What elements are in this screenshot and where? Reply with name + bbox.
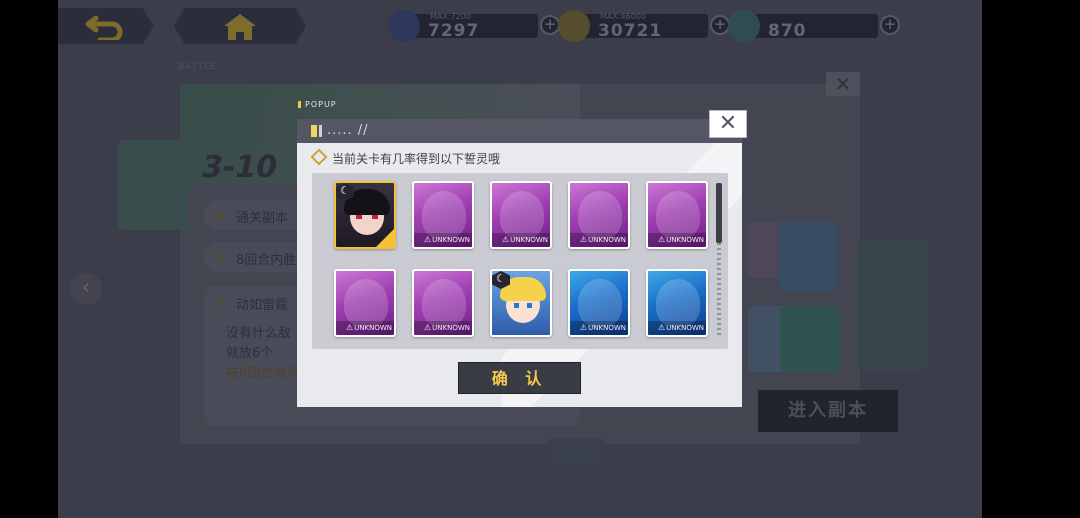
unknown-spirit-card[interactable]: ⚠UNKNOWN — [412, 181, 474, 249]
unknown-text: UNKNOWN — [432, 236, 470, 244]
unknown-spirit-card[interactable]: ⚠UNKNOWN — [334, 269, 396, 337]
unknown-label: ⚠UNKNOWN — [336, 321, 394, 335]
confirm-button[interactable]: 确 认 — [458, 362, 581, 394]
popup-header: ..... // — [297, 119, 742, 143]
popup-prompt: 当前关卡有几率得到以下誓灵哦 — [310, 148, 501, 167]
silhouette — [422, 191, 466, 239]
rarity-corner — [376, 229, 394, 247]
silhouette — [500, 191, 544, 239]
silhouette — [344, 279, 388, 327]
unknown-label: ⚠UNKNOWN — [570, 321, 628, 335]
unknown-text: UNKNOWN — [510, 236, 548, 244]
silhouette — [656, 279, 700, 327]
silhouette — [422, 279, 466, 327]
warning-icon: ⚠ — [579, 235, 588, 244]
diamond-icon — [310, 148, 328, 166]
unknown-label: ⚠UNKNOWN — [648, 321, 706, 335]
unknown-text: UNKNOWN — [588, 324, 626, 332]
portrait-eyes — [356, 215, 378, 219]
warning-icon: ⚠ — [345, 323, 354, 332]
unknown-spirit-card[interactable]: ⚠UNKNOWN — [412, 269, 474, 337]
scrollbar-thumb[interactable] — [716, 183, 722, 243]
header-marker-icon — [319, 125, 322, 137]
prompt-text: 当前关卡有几率得到以下誓灵哦 — [332, 152, 501, 166]
silhouette — [578, 279, 622, 327]
header-marker-icon — [311, 125, 317, 137]
unknown-spirit-card[interactable]: ⚠UNKNOWN — [646, 269, 708, 337]
header-text: ..... // — [327, 123, 369, 138]
warning-icon: ⚠ — [657, 323, 666, 332]
portrait-eyes — [514, 303, 532, 308]
unknown-text: UNKNOWN — [666, 236, 704, 244]
unknown-spirit-card[interactable]: ⚠UNKNOWN — [646, 181, 708, 249]
warning-icon: ⚠ — [423, 235, 432, 244]
unknown-spirit-card[interactable]: ⚠UNKNOWN — [568, 269, 630, 337]
unknown-label: ⚠UNKNOWN — [570, 233, 628, 247]
unknown-text: UNKNOWN — [588, 236, 626, 244]
reward-card-grid[interactable]: ⚠UNKNOWN⚠UNKNOWN⚠UNKNOWN⚠UNKNOWN⚠UNKNOWN… — [312, 173, 728, 349]
warning-icon: ⚠ — [657, 235, 666, 244]
unknown-text: UNKNOWN — [432, 324, 470, 332]
unknown-spirit-card[interactable]: ⚠UNKNOWN — [568, 181, 630, 249]
silhouette — [656, 191, 700, 239]
popup-close-button[interactable]: ✕ — [709, 110, 747, 138]
unknown-spirit-card[interactable]: ⚠UNKNOWN — [490, 181, 552, 249]
popup-tag: POPUP — [298, 100, 337, 109]
unknown-text: UNKNOWN — [354, 324, 392, 332]
warning-icon: ⚠ — [501, 235, 510, 244]
unknown-label: ⚠UNKNOWN — [414, 233, 472, 247]
spirit-card[interactable] — [490, 269, 552, 337]
spirit-card[interactable] — [334, 181, 396, 249]
unknown-label: ⚠UNKNOWN — [648, 233, 706, 247]
drop-preview-popup: ..... // 当前关卡有几率得到以下誓灵哦 ⚠UNKNOWN⚠UNKNOWN… — [297, 119, 742, 407]
unknown-label: ⚠UNKNOWN — [414, 321, 472, 335]
warning-icon: ⚠ — [423, 323, 432, 332]
unknown-text: UNKNOWN — [666, 324, 704, 332]
warning-icon: ⚠ — [579, 323, 588, 332]
scrollbar[interactable] — [716, 183, 722, 337]
game-screen: MAX:7200 7297 + MAX:46000 30721 + 870 + … — [0, 0, 1080, 518]
silhouette — [578, 191, 622, 239]
unknown-label: ⚠UNKNOWN — [492, 233, 550, 247]
